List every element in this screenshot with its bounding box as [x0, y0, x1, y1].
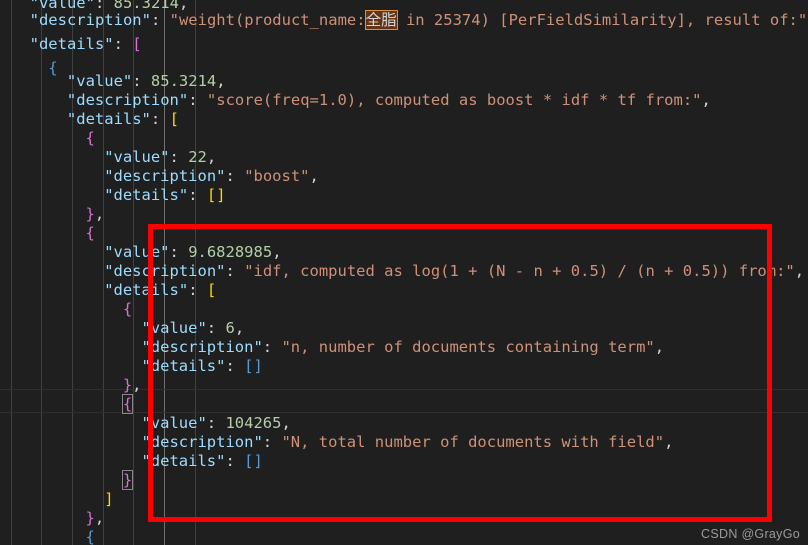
code-line[interactable]: }: [121, 468, 134, 492]
code-token: :: [225, 452, 245, 470]
code-token: {: [122, 300, 133, 318]
code-token: []: [206, 186, 226, 204]
code-token: ,: [654, 338, 665, 356]
code-line[interactable]: "description": "weight(product_name:全脂 i…: [30, 8, 808, 32]
code-token: {: [85, 129, 95, 147]
code-token: "n, number of documents containing term": [281, 338, 655, 356]
code-token: ,: [794, 262, 805, 280]
code-token: :: [150, 11, 170, 29]
code-token: {: [48, 59, 58, 77]
code-token: "details": [141, 452, 226, 470]
code-line[interactable]: "details": []: [141, 354, 262, 378]
code-token: :: [150, 110, 170, 128]
indent-guide-0: [11, 0, 12, 545]
code-token: :: [188, 281, 207, 299]
code-line[interactable]: "details": []: [141, 449, 262, 473]
code-token: :: [188, 91, 207, 109]
code-token: "details": [29, 35, 114, 53]
code-token: []: [244, 452, 263, 470]
code-token: {: [85, 224, 95, 242]
code-token: "idf, computed as log(1 + (N - n + 0.5) …: [244, 262, 795, 280]
code-token: :: [188, 186, 207, 204]
code-token: [: [206, 281, 217, 299]
code-line[interactable]: "details": [: [104, 278, 216, 302]
code-token: {: [121, 394, 134, 414]
code-token: :: [225, 357, 245, 375]
code-token: "score(freq=1.0), computed as boost * id…: [206, 91, 702, 109]
code-line[interactable]: "details": [: [30, 32, 142, 56]
code-line[interactable]: {: [48, 56, 57, 80]
code-line[interactable]: {: [86, 126, 95, 150]
code-token: [: [132, 35, 142, 53]
code-token: [: [169, 110, 179, 128]
code-line[interactable]: "details": []: [104, 183, 225, 207]
code-line[interactable]: {: [121, 392, 134, 416]
code-token: "weight(product_name:: [169, 11, 366, 29]
code-token: :: [225, 167, 245, 185]
code-token: "details": [66, 110, 151, 128]
code-token: []: [244, 357, 263, 375]
indent-guide-1: [41, 0, 42, 545]
code-token: :: [225, 262, 245, 280]
code-token: in 25374) [PerFieldSimilarity], result o…: [396, 11, 808, 29]
code-token: :: [113, 35, 133, 53]
code-token: 全脂: [364, 10, 398, 30]
code-line[interactable]: {: [123, 297, 132, 321]
code-token: }: [121, 470, 134, 490]
code-editor-pane[interactable]: "value": 85.3214, "description": "weight(…: [0, 0, 808, 545]
code-token: ,: [664, 433, 674, 451]
code-token: "details": [141, 357, 226, 375]
code-token: ]: [104, 490, 114, 508]
code-token: :: [262, 338, 282, 356]
code-token: "description": [29, 11, 151, 29]
code-token: "details": [104, 281, 189, 299]
code-token: "boost": [244, 167, 310, 185]
code-line[interactable]: ]: [104, 487, 113, 511]
code-token: ,: [132, 376, 142, 394]
code-line[interactable]: {: [86, 525, 95, 545]
code-token: "details": [104, 186, 189, 204]
code-token: ,: [701, 91, 711, 109]
code-line[interactable]: "details": [: [67, 107, 179, 131]
code-token: {: [85, 528, 95, 545]
code-token: :: [262, 433, 282, 451]
code-token: "N, total number of documents with field…: [281, 433, 665, 451]
code-token: ,: [309, 167, 319, 185]
current-line-highlight: [0, 389, 808, 413]
code-token: ,: [94, 509, 105, 527]
watermark-label: CSDN @GrayGo: [701, 527, 800, 541]
code-line[interactable]: {: [86, 221, 95, 245]
code-token: ,: [94, 205, 105, 223]
